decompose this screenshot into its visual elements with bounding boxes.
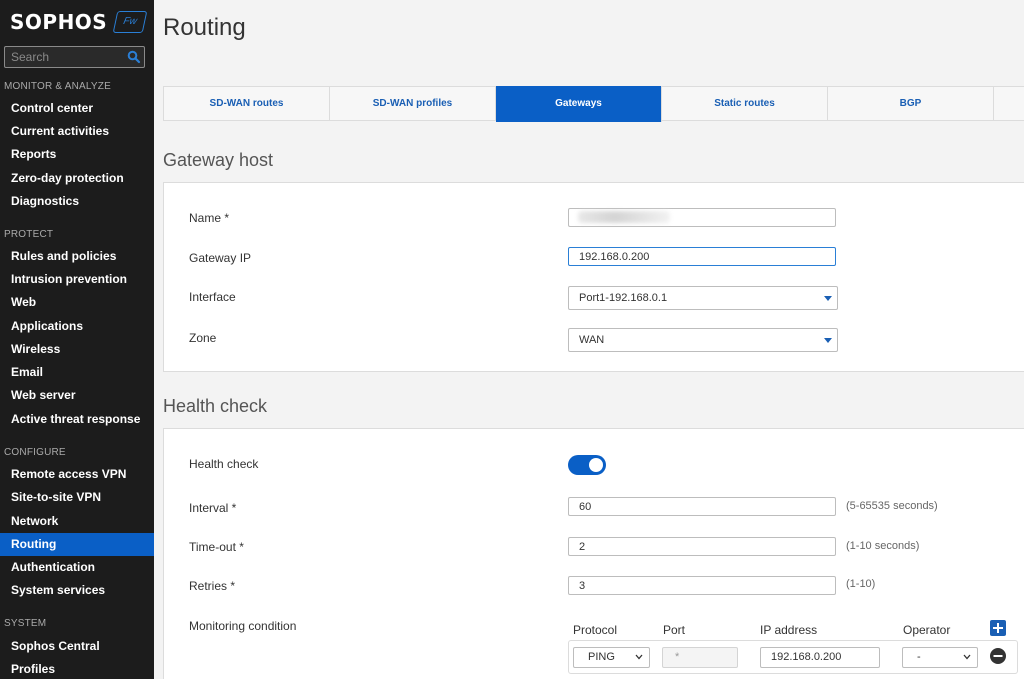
sidebar-item-authentication[interactable]: Authentication <box>0 556 154 579</box>
sidebar-item-applications[interactable]: Applications <box>0 315 154 338</box>
ip-address-input[interactable]: 192.168.0.200 <box>760 647 880 668</box>
ip-address-value: 192.168.0.200 <box>771 651 842 663</box>
sidebar-item-current-activities[interactable]: Current activities <box>0 120 154 143</box>
sidebar-item-remote-access-vpn[interactable]: Remote access VPN <box>0 463 154 486</box>
interface-select[interactable]: Port1-192.168.0.1 <box>568 286 838 310</box>
sidebar-item-web-server[interactable]: Web server <box>0 384 154 407</box>
sidebar-item-control-center[interactable]: Control center <box>0 97 154 120</box>
sidebar-item-network[interactable]: Network <box>0 510 154 533</box>
sidebar-item-web[interactable]: Web <box>0 291 154 314</box>
interval-input[interactable] <box>568 497 836 516</box>
sidebar-item-diagnostics[interactable]: Diagnostics <box>0 190 154 213</box>
firewall-badge-icon: Fw <box>112 11 148 33</box>
gateway-ip-label: Gateway IP <box>189 251 252 265</box>
section-protect: PROTECT <box>4 229 54 240</box>
sidebar-item-reports[interactable]: Reports <box>0 143 154 166</box>
sidebar-item-sophos-central[interactable]: Sophos Central <box>0 635 154 658</box>
interval-label: Interval * <box>189 501 237 515</box>
protocol-value: PING <box>588 651 615 663</box>
port-value: * <box>675 651 680 663</box>
name-label: Name * <box>189 211 230 225</box>
sidebar-item-wireless[interactable]: Wireless <box>0 338 154 361</box>
tab-sd-wan-profiles[interactable]: SD-WAN profiles <box>330 87 496 121</box>
section-system: SYSTEM <box>4 618 47 629</box>
col-protocol: Protocol <box>573 623 618 637</box>
interface-value: Port1-192.168.0.1 <box>579 292 668 304</box>
port-input[interactable]: * <box>662 647 738 668</box>
search-icon[interactable] <box>127 50 141 64</box>
caret-down-icon <box>824 296 832 301</box>
redacted-name-value <box>578 211 670 223</box>
retries-label: Retries * <box>189 579 236 593</box>
tab-static-routes[interactable]: Static routes <box>662 87 828 121</box>
zone-value: WAN <box>579 334 605 346</box>
section-monitor-analyze: MONITOR & ANALYZE <box>4 81 111 92</box>
col-operator: Operator <box>903 623 951 637</box>
sidebar-item-active-threat-response[interactable]: Active threat response <box>0 408 154 431</box>
sidebar-item-routing[interactable]: Routing <box>0 533 154 556</box>
timeout-label: Time-out * <box>189 540 244 554</box>
timeout-input[interactable] <box>568 537 836 556</box>
retries-input[interactable] <box>568 576 836 595</box>
col-port: Port <box>663 623 686 637</box>
gateway-ip-input[interactable] <box>568 247 836 266</box>
protocol-select[interactable]: PING <box>573 647 650 668</box>
health-check-heading: Health check <box>163 396 268 416</box>
interval-hint: (5-65535 seconds) <box>846 500 938 512</box>
sophos-logo[interactable]: SOPHOS Fw <box>10 8 150 38</box>
sidebar-item-rules-and-policies[interactable]: Rules and policies <box>0 245 154 268</box>
sidebar-item-profiles[interactable]: Profiles <box>0 658 154 679</box>
tab-bar: SD-WAN routes SD-WAN profiles Gateways S… <box>163 86 1024 122</box>
sidebar-item-email[interactable]: Email <box>0 361 154 384</box>
caret-down-icon <box>824 338 832 343</box>
search-input[interactable] <box>11 49 121 65</box>
sidebar-item-zero-day-protection[interactable]: Zero-day protection <box>0 167 154 190</box>
chevron-down-icon <box>635 654 643 660</box>
logo-text: SOPHOS <box>10 10 108 34</box>
sidebar-item-system-services[interactable]: System services <box>0 579 154 602</box>
retries-hint: (1-10) <box>846 578 876 590</box>
col-ip-address: IP address <box>760 623 818 637</box>
toggle-knob <box>589 458 603 472</box>
tab-bgp[interactable]: BGP <box>828 87 994 121</box>
timeout-hint: (1-10 seconds) <box>846 540 920 552</box>
health-check-toggle-label: Health check <box>189 457 259 471</box>
sidebar-item-intrusion-prevention[interactable]: Intrusion prevention <box>0 268 154 291</box>
sidebar-item-site-to-site-vpn[interactable]: Site-to-site VPN <box>0 486 154 509</box>
add-condition-button[interactable] <box>990 620 1006 636</box>
remove-condition-button[interactable] <box>990 648 1006 664</box>
page-title: Routing <box>163 14 246 41</box>
gateway-host-heading: Gateway host <box>163 150 274 170</box>
search-box[interactable] <box>4 46 145 68</box>
plus-icon <box>993 623 1003 633</box>
operator-value: - <box>917 651 921 663</box>
operator-select[interactable]: - <box>902 647 978 668</box>
chevron-down-icon <box>963 654 971 660</box>
minus-icon <box>993 655 1003 657</box>
zone-label: Zone <box>189 331 217 345</box>
monitoring-condition-label: Monitoring condition <box>189 619 297 633</box>
health-check-toggle[interactable] <box>568 455 606 475</box>
sidebar: SOPHOS Fw MONITOR & ANALYZE Control cent… <box>0 0 154 679</box>
tab-gateways[interactable]: Gateways <box>496 86 662 122</box>
section-configure: CONFIGURE <box>4 447 66 458</box>
zone-select[interactable]: WAN <box>568 328 838 352</box>
tab-sd-wan-routes[interactable]: SD-WAN routes <box>164 87 330 121</box>
interface-label: Interface <box>189 290 236 304</box>
